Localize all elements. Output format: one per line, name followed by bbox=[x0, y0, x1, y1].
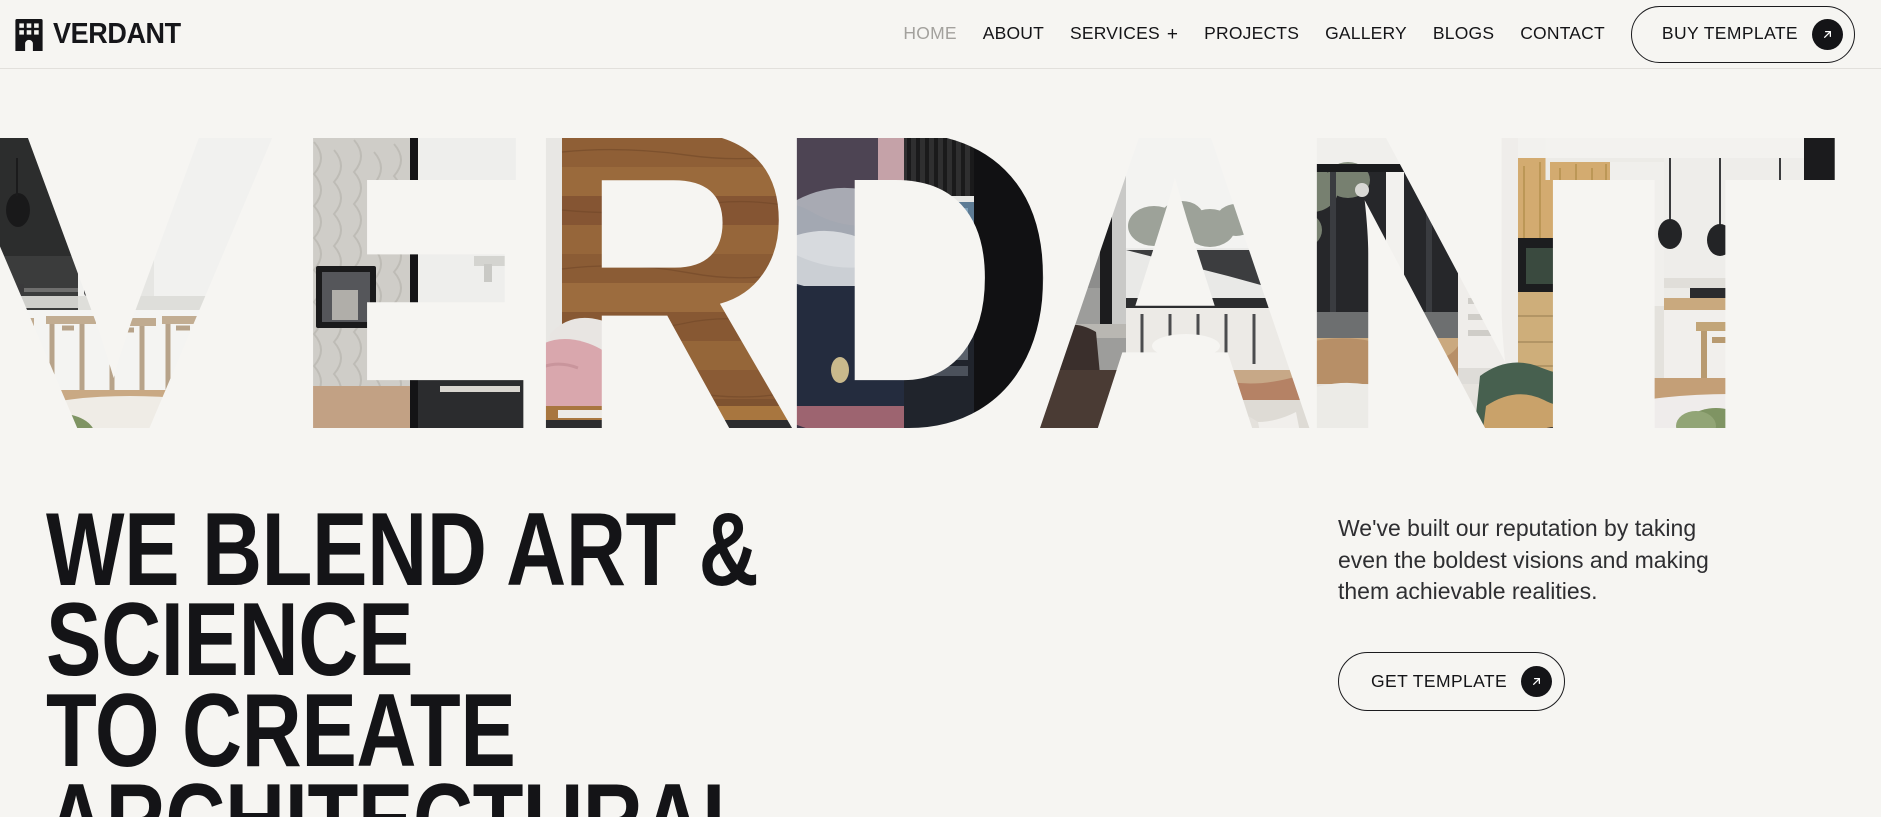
hero-letter-v: V bbox=[0, 138, 280, 453]
nav-item-contact[interactable]: CONTACT bbox=[1520, 25, 1605, 43]
hero-letter-t: T bbox=[1540, 138, 1840, 453]
nav-item-label: CONTACT bbox=[1520, 23, 1605, 44]
arrow-up-right-icon bbox=[1521, 666, 1553, 698]
hero-content: WE BLEND ART & SCIENCE TO CREATE ARCHITE… bbox=[0, 492, 1881, 817]
nav-item-projects[interactable]: PROJECTS bbox=[1204, 25, 1299, 43]
nav-item-services[interactable]: SERVICES + bbox=[1070, 25, 1178, 44]
nav-item-label: PROJECTS bbox=[1204, 23, 1300, 44]
nav-item-label: BLOGS bbox=[1432, 23, 1495, 44]
get-template-button[interactable]: GET TEMPLATE bbox=[1338, 652, 1566, 712]
hero-aside: We've built our reputation by taking eve… bbox=[1286, 505, 1746, 712]
hero-letter-e: E bbox=[288, 138, 538, 453]
nav-item-label: GALLERY bbox=[1325, 23, 1407, 44]
arrow-up-right-icon bbox=[1812, 18, 1843, 50]
buy-template-button[interactable]: BUY TEMPLATE bbox=[1630, 5, 1855, 63]
primary-navigation: HOME ABOUT SERVICES + PROJECTS GALLERY B… bbox=[903, 25, 1630, 44]
nav-item-gallery[interactable]: GALLERY bbox=[1325, 25, 1407, 43]
nav-item-label: SERVICES bbox=[1070, 23, 1160, 44]
nav-item-home[interactable]: HOME bbox=[903, 25, 956, 43]
brand-logo[interactable]: VERDANT bbox=[14, 17, 190, 51]
site-header: VERDANT HOME ABOUT SERVICES + PROJECTS G… bbox=[0, 0, 1881, 69]
hero-description: We've built our reputation by taking eve… bbox=[1338, 515, 1709, 605]
nav-item-label: HOME bbox=[903, 23, 957, 44]
nav-item-about[interactable]: ABOUT bbox=[983, 25, 1044, 43]
buy-template-label: BUY TEMPLATE bbox=[1661, 23, 1798, 44]
brand-name: VERDANT bbox=[53, 17, 181, 50]
get-template-label: GET TEMPLATE bbox=[1371, 670, 1508, 691]
hero-display-word: V E R D A N T bbox=[0, 138, 1881, 453]
nav-item-label: ABOUT bbox=[982, 23, 1045, 44]
plus-icon: + bbox=[1166, 23, 1179, 45]
hero-letter-n: N bbox=[1290, 138, 1580, 453]
nav-item-blogs[interactable]: BLOGS bbox=[1433, 25, 1494, 43]
building-icon bbox=[14, 17, 44, 51]
hero-letter-d: D bbox=[770, 138, 1060, 453]
hero-letter-r: R bbox=[520, 138, 800, 453]
page-title: WE BLEND ART & SCIENCE TO CREATE ARCHITE… bbox=[46, 492, 759, 817]
hero-letter-a: A bbox=[1030, 138, 1320, 453]
page-root: VERDANT HOME ABOUT SERVICES + PROJECTS G… bbox=[0, 0, 1881, 817]
